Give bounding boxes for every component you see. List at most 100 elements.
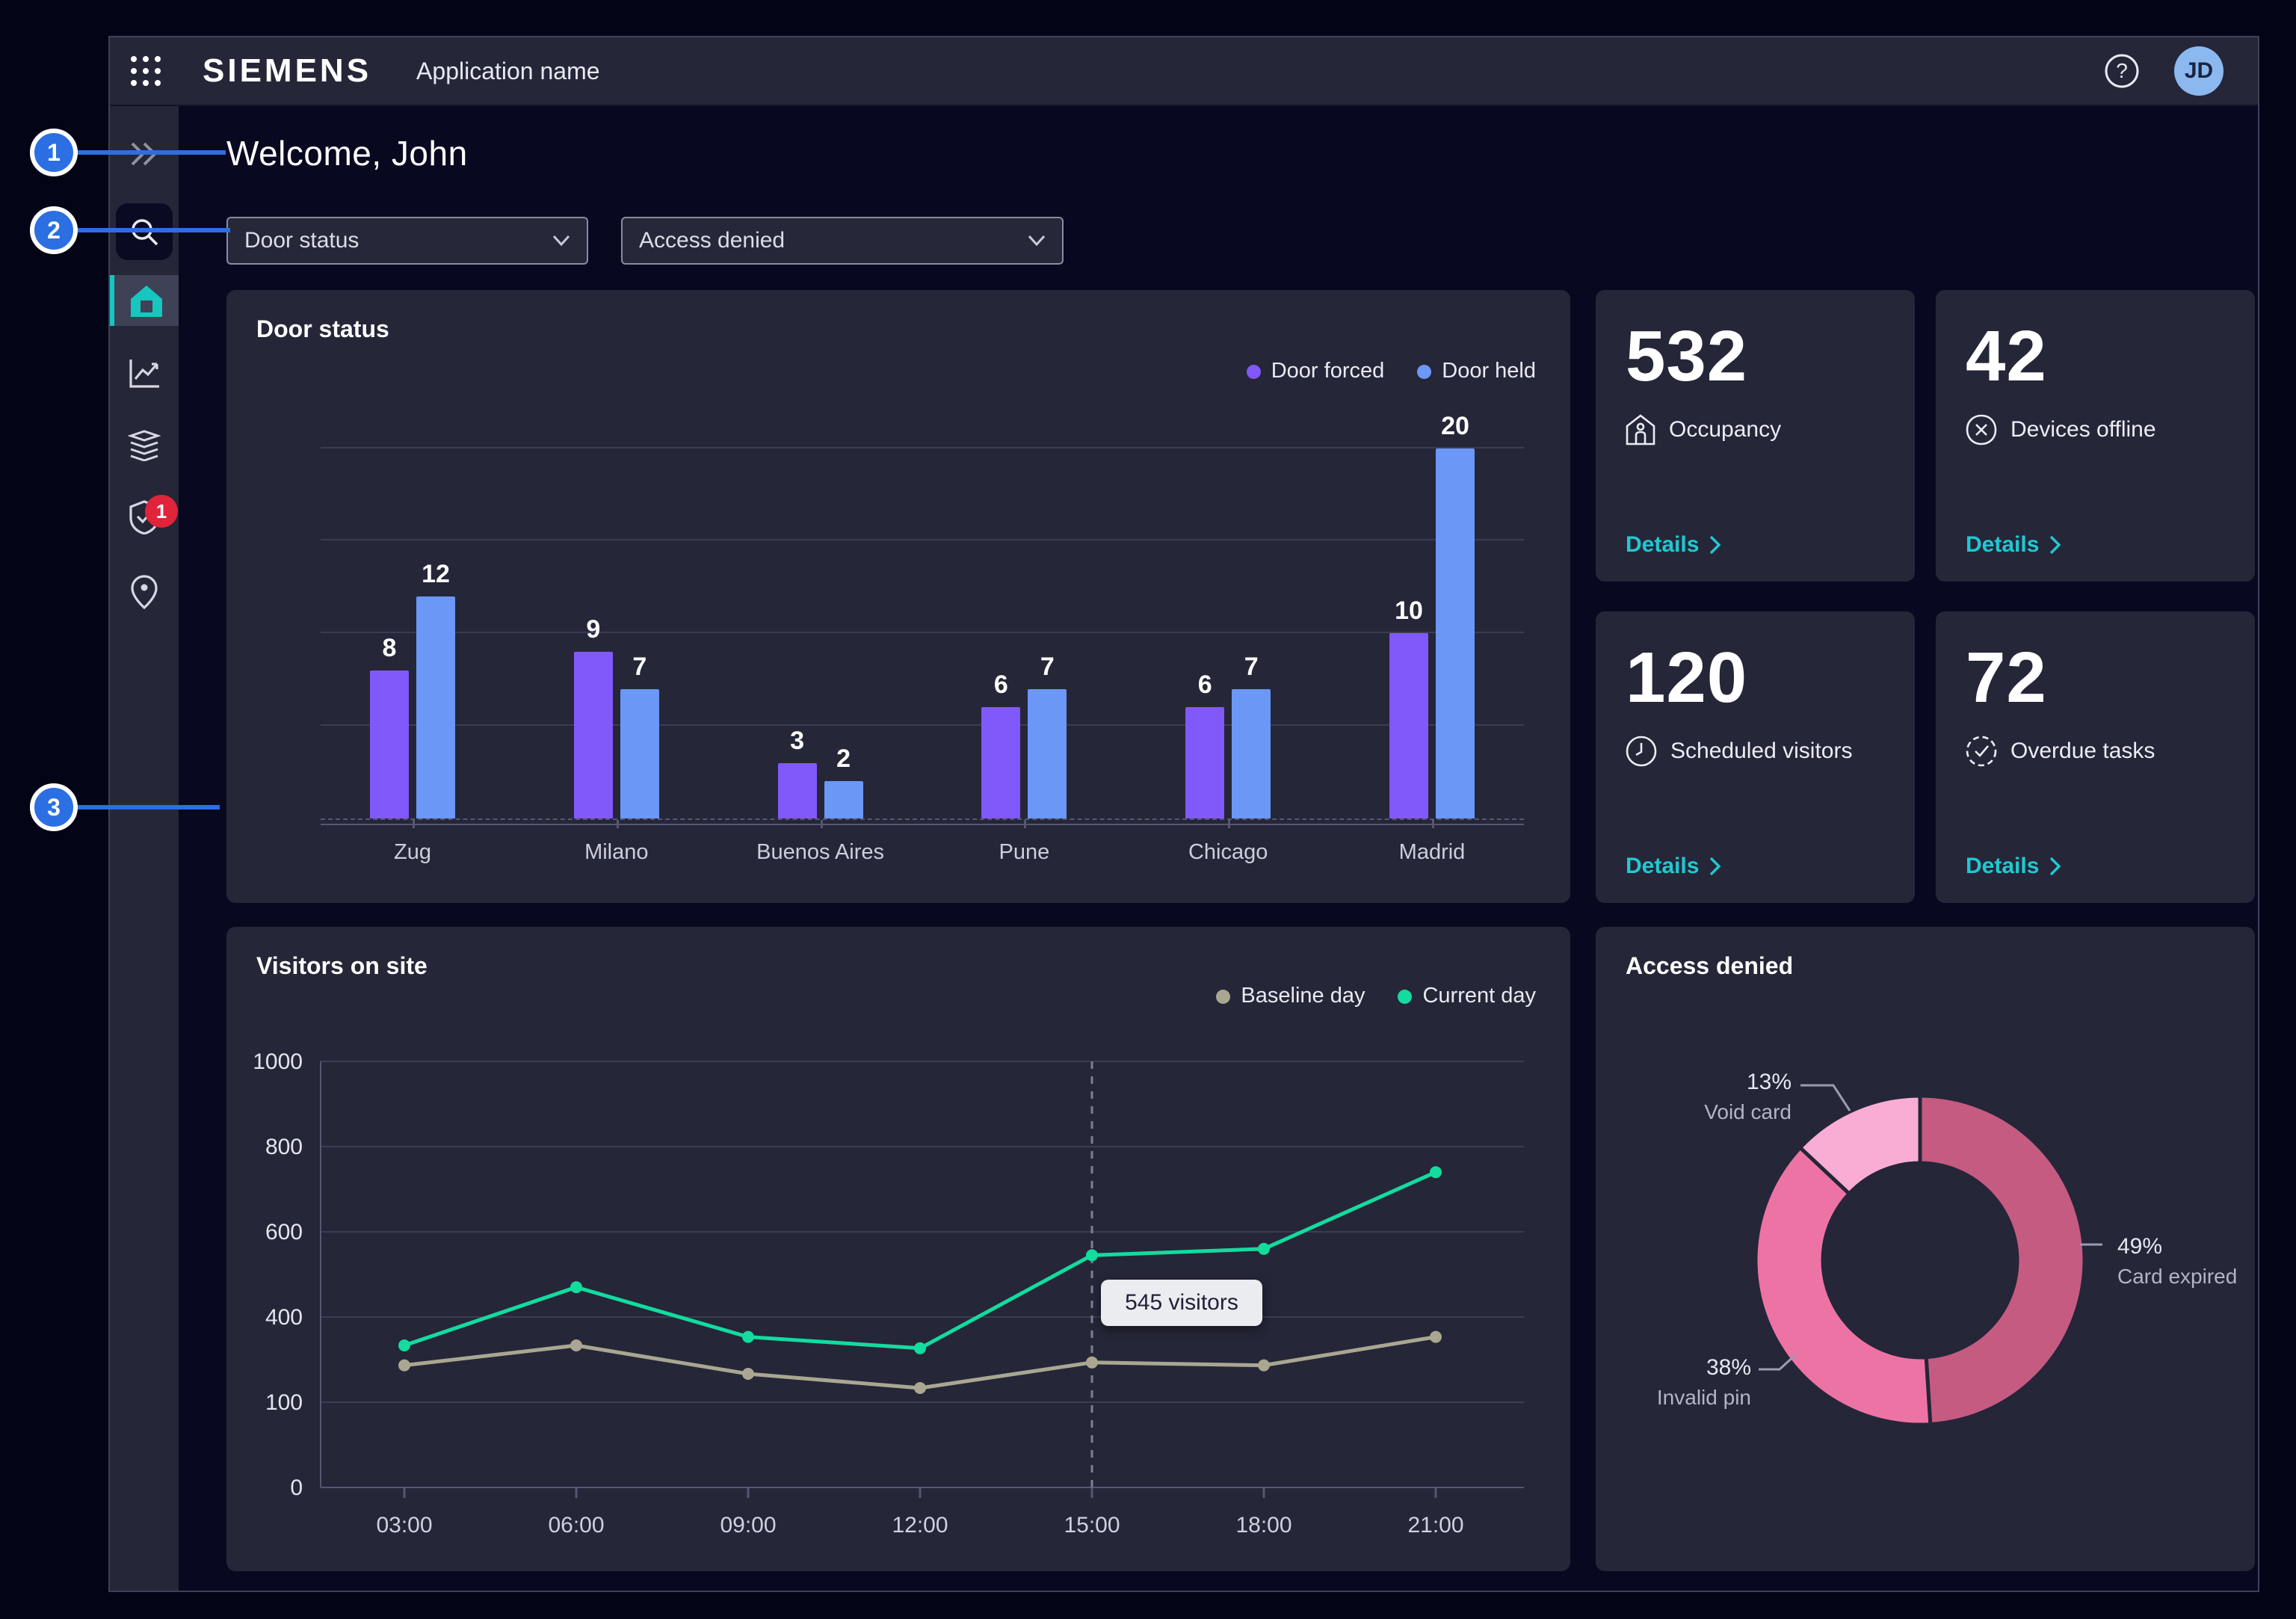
data-point[interactable] xyxy=(914,1382,926,1394)
bar[interactable] xyxy=(620,689,659,818)
data-point[interactable] xyxy=(1430,1331,1442,1343)
siemens-logo: SIEMENS xyxy=(203,52,371,90)
series-line-current-day xyxy=(404,1172,1436,1348)
data-point[interactable] xyxy=(1430,1166,1442,1178)
x-axis-tick-label: 18:00 xyxy=(1235,1513,1292,1538)
x-axis-tick-label: 09:00 xyxy=(720,1513,776,1538)
legend-door-held: Door held xyxy=(1417,359,1536,383)
donut-label-invalid-pin: 38%Invalid pin xyxy=(1657,1354,1751,1411)
occupancy-card: 532 Occupancy Details xyxy=(1596,290,1915,582)
annotation-badge-1: 1 xyxy=(30,129,78,176)
bar[interactable] xyxy=(574,652,613,818)
apps-grid-icon xyxy=(129,54,163,88)
overdue-tasks-icon xyxy=(1966,736,1997,767)
bar[interactable] xyxy=(778,763,817,818)
data-point[interactable] xyxy=(1258,1243,1270,1255)
devices-offline-value: 42 xyxy=(1966,315,2225,398)
stat-cards: 532 Occupancy Details 42 xyxy=(1596,290,2255,903)
sidebar-item-home[interactable] xyxy=(110,275,179,326)
legend-current-day: Current day xyxy=(1398,984,1536,1008)
donut-slice-card-expired[interactable] xyxy=(1920,1096,2084,1425)
annotation-badge-2: 2 xyxy=(30,206,78,254)
visitors-panel: Visitors on site Baseline day Current da… xyxy=(226,927,1570,1571)
occupancy-label-row: Occupancy xyxy=(1626,414,1885,445)
sidebar-item-locations[interactable] xyxy=(110,567,179,617)
bar-column: 7 xyxy=(1028,653,1067,818)
bar-column: 7 xyxy=(1232,653,1271,818)
sidebar-item-layers[interactable] xyxy=(110,420,179,471)
y-axis-tick-label: 100 xyxy=(265,1390,303,1415)
visitors-line-chart: 0100400600800100003:0006:0009:0012:0015:… xyxy=(321,1061,1524,1487)
annotation-badge-3-number: 3 xyxy=(47,794,61,821)
bar-value-label: 12 xyxy=(422,560,450,589)
sidebar-item-analytics[interactable] xyxy=(110,348,179,399)
user-initials: JD xyxy=(2185,58,2213,84)
annotation-badge-1-number: 1 xyxy=(47,139,61,167)
visitors-tooltip: 545 visitors xyxy=(1101,1280,1262,1326)
y-axis-tick-label: 0 xyxy=(290,1475,303,1500)
bar-group-buenos-aires: 32Buenos Aires xyxy=(778,727,863,818)
access-denied-dropdown[interactable]: Access denied xyxy=(621,217,1064,265)
visitors-title: Visitors on site xyxy=(256,952,428,980)
visitors-tooltip-text: 545 visitors xyxy=(1125,1290,1238,1316)
current-day-dot xyxy=(1398,990,1412,1004)
data-point[interactable] xyxy=(398,1360,410,1372)
overdue-tasks-details-link[interactable]: Details xyxy=(1966,854,2061,879)
bar[interactable] xyxy=(981,707,1020,818)
layers-icon xyxy=(128,430,161,461)
trend-chart-icon xyxy=(128,358,161,389)
bar-group-chicago: 67Chicago xyxy=(1185,653,1271,818)
bar[interactable] xyxy=(824,781,863,818)
chevron-right-icon xyxy=(1709,857,1721,876)
bar-column: 10 xyxy=(1389,596,1428,818)
y-axis-tick-label: 600 xyxy=(265,1220,303,1245)
bar-column: 2 xyxy=(824,744,863,818)
bar[interactable] xyxy=(1028,689,1067,818)
bar-value-label: 2 xyxy=(836,744,851,774)
data-point[interactable] xyxy=(570,1281,582,1293)
bar[interactable] xyxy=(416,596,455,818)
data-point[interactable] xyxy=(570,1339,582,1351)
door-status-dropdown[interactable]: Door status xyxy=(226,217,588,265)
scheduled-visitors-card: 120 Scheduled visitors Details xyxy=(1596,611,1915,903)
occupancy-details-link[interactable]: Details xyxy=(1626,532,1721,558)
data-point[interactable] xyxy=(742,1331,754,1343)
y-axis-tick-label: 1000 xyxy=(253,1049,303,1074)
bar[interactable] xyxy=(370,670,409,818)
bar-value-label: 6 xyxy=(1198,670,1212,700)
access-denied-dropdown-value: Access denied xyxy=(639,228,785,253)
data-point[interactable] xyxy=(398,1339,410,1351)
data-point[interactable] xyxy=(914,1342,926,1354)
data-point[interactable] xyxy=(1086,1249,1098,1261)
bar[interactable] xyxy=(1436,448,1475,818)
donut-slice-name: Void card xyxy=(1704,1099,1792,1126)
bar[interactable] xyxy=(1232,689,1271,818)
bar-value-label: 7 xyxy=(1244,653,1259,682)
chevron-right-icon xyxy=(1709,535,1721,555)
location-pin-icon xyxy=(130,575,158,609)
application-name: Application name xyxy=(416,58,599,85)
scheduled-visitors-details-link[interactable]: Details xyxy=(1626,854,1721,879)
data-point[interactable] xyxy=(1086,1357,1098,1369)
x-axis-tick-label: 03:00 xyxy=(376,1513,432,1538)
devices-offline-details-link[interactable]: Details xyxy=(1966,532,2061,558)
bar[interactable] xyxy=(1389,633,1428,818)
access-denied-panel: Access denied 49%Card expired38%Invalid … xyxy=(1596,927,2255,1571)
bar-column: 12 xyxy=(416,560,455,818)
scheduled-visitors-icon xyxy=(1626,736,1657,767)
help-button[interactable]: ? xyxy=(2102,52,2141,90)
door-held-dot xyxy=(1417,365,1431,379)
x-axis-tick-label: 21:00 xyxy=(1407,1513,1463,1538)
user-avatar[interactable]: JD xyxy=(2174,46,2224,96)
data-point[interactable] xyxy=(1258,1360,1270,1372)
bar-group-milano: 97Milano xyxy=(574,615,659,818)
app-switcher-button[interactable] xyxy=(122,47,170,95)
y-axis-tick-label: 800 xyxy=(265,1135,303,1159)
bar-column: 6 xyxy=(1185,670,1224,818)
bar[interactable] xyxy=(1185,707,1224,818)
chevron-right-icon xyxy=(2049,535,2061,555)
details-text: Details xyxy=(1966,854,2039,879)
visitors-legend: Baseline day Current day xyxy=(1216,984,1536,1008)
bar-value-label: 7 xyxy=(632,653,646,682)
data-point[interactable] xyxy=(742,1368,754,1380)
